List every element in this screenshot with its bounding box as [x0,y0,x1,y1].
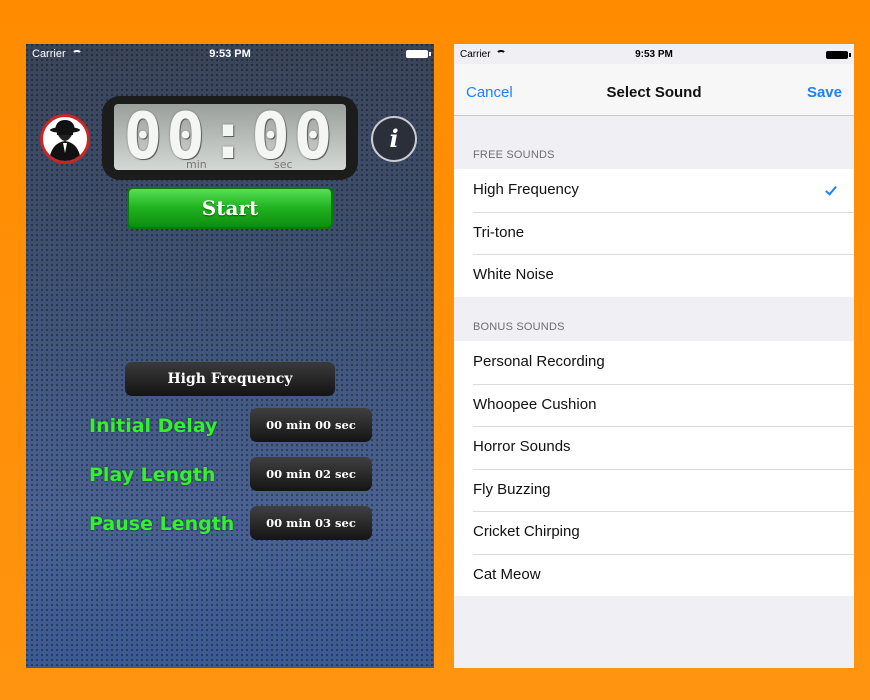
start-button[interactable]: Start [127,187,333,229]
list-item-label: High Frequency [473,181,579,198]
status-time: 9:53 PM [209,48,251,60]
list-item-label: Whoopee Cushion [473,395,597,413]
list-item-label: Cat Meow [473,565,541,583]
timer-display: 00:00 min sec [102,96,358,180]
free-sounds-header: FREE SOUNDS [473,149,555,161]
sound-select-button[interactable]: High Frequency [125,362,335,396]
list-item-cricket-chirping[interactable]: Cricket Chirping [454,511,854,554]
list-item-high-frequency[interactable]: High Frequency [454,169,854,212]
list-item-label: Horror Sounds [473,438,571,455]
status-time: 9:53 PM [635,49,673,60]
battery-icon [826,51,851,59]
navigation-bar: Cancel Select Sound Save [454,64,854,116]
pause-length-value[interactable]: 00 min 03 sec [250,506,372,540]
battery-icon [406,50,431,58]
bonus-sounds-list: Personal Recording Whoopee Cushion Horro… [454,341,854,596]
save-button[interactable]: Save [807,84,842,101]
select-sound-screen: Carrier 9:53 PM Cancel Select Sound Save… [454,44,854,668]
list-item-label: White Noise [473,266,554,283]
list-item-horror-sounds[interactable]: Horror Sounds [454,426,854,469]
list-item-tri-tone[interactable]: Tri-tone [454,211,854,255]
list-item-label: Personal Recording [473,353,605,370]
pause-length-label: Pause Length [89,513,235,535]
bonus-sounds-header: BONUS SOUNDS [473,321,565,333]
info-icon[interactable]: i [371,116,417,162]
list-item-cat-meow[interactable]: Cat Meow [454,553,854,597]
checkmark-icon [825,183,837,196]
play-length-label: Play Length [89,464,216,486]
free-sounds-list: High Frequency Tri-tone White Noise [454,169,854,297]
list-item-white-noise[interactable]: White Noise [454,254,854,297]
timer-unit-min: min [186,158,207,170]
timer-unit-sec: sec [274,158,293,170]
list-item-label: Fly Buzzing [473,480,551,498]
play-length-value[interactable]: 00 min 02 sec [250,457,372,491]
timer-digits: 00:00 [123,104,337,170]
list-item-personal-recording[interactable]: Personal Recording [454,341,854,384]
list-item-label: Cricket Chirping [473,523,580,540]
list-item-label: Tri-tone [473,223,525,241]
page-title: Select Sound [606,84,702,101]
spy-avatar-icon[interactable] [40,114,90,164]
initial-delay-label: Initial Delay [89,415,218,437]
status-bar: Carrier 9:53 PM [26,44,434,64]
list-item-whoopee-cushion[interactable]: Whoopee Cushion [454,383,854,427]
status-bar: Carrier 9:53 PM [454,44,854,64]
timer-screen: Carrier 9:53 PM 00:00 min sec i Start Hi… [26,44,434,668]
list-item-fly-buzzing[interactable]: Fly Buzzing [454,468,854,512]
initial-delay-value[interactable]: 00 min 00 sec [250,408,372,442]
